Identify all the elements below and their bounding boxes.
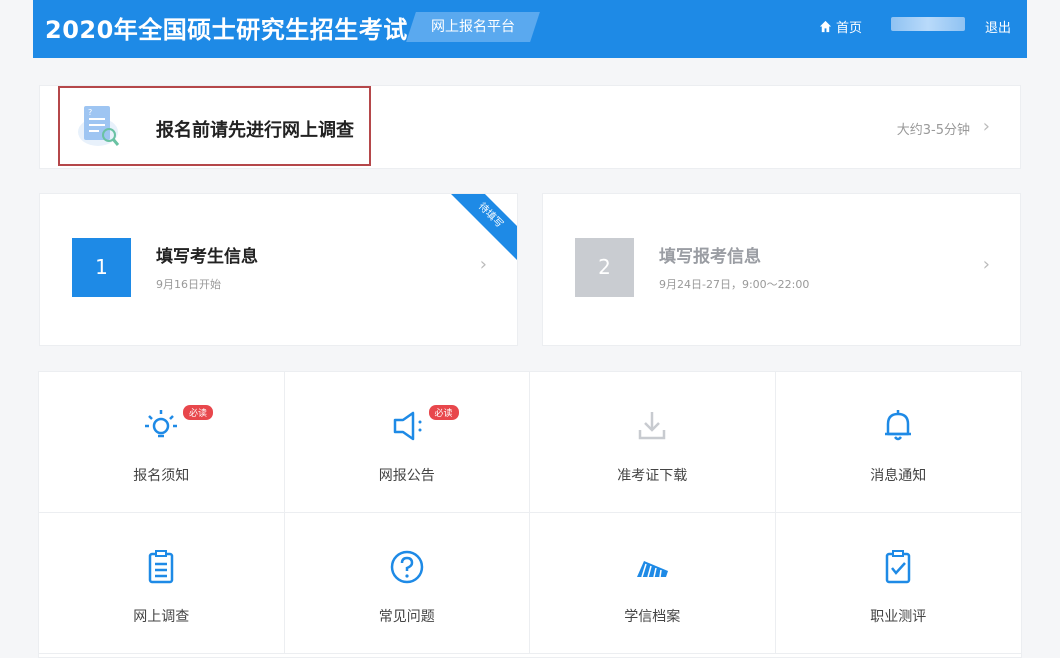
must-read-badge: 必读 (428, 405, 459, 420)
tile-label: 网上调查 (133, 609, 190, 625)
step-date: 9月24日-27日，9:00～22:00 (659, 278, 810, 291)
chevron-right-icon: › (479, 254, 487, 275)
tile-academic-archive[interactable]: 学信档案 (530, 513, 776, 654)
step-title: 填写报考信息 (659, 247, 761, 267)
tile-online-survey[interactable]: 网上调查 (39, 513, 285, 654)
tile-label: 消息通知 (870, 468, 927, 484)
tile-label: 报名须知 (133, 468, 190, 484)
step-number: 2 (575, 238, 634, 297)
archive-icon (637, 561, 669, 578)
platform-badge: 网上报名平台 (406, 12, 540, 42)
tile-career-assessment[interactable]: 职业测评 (775, 513, 1021, 654)
home-link-label: 首页 (836, 21, 863, 36)
tile-label: 网报公告 (378, 468, 435, 484)
page-title: 2020年全国硕士研究生招生考试 (45, 16, 408, 44)
tile-label: 常见问题 (378, 609, 435, 625)
logout-link[interactable]: 退出 (985, 17, 1011, 36)
tile-registration-notice[interactable]: 必读 报名须知 (39, 372, 285, 513)
tile-label: 职业测评 (870, 609, 927, 625)
home-link[interactable]: 首页 (819, 17, 862, 36)
document-search-icon: ? (78, 106, 120, 146)
survey-card[interactable]: ? 报名前请先进行网上调查 大约3-5分钟 › (39, 85, 1021, 169)
must-read-badge: 必读 (183, 405, 214, 420)
tile-label: 学信档案 (624, 609, 681, 625)
clipboard-list-icon (149, 550, 174, 584)
svg-text:?: ? (88, 108, 92, 117)
tile-label: 准考证下载 (617, 468, 688, 484)
step-date: 9月16日开始 (156, 278, 221, 291)
home-icon (819, 20, 832, 33)
download-icon (639, 412, 666, 440)
survey-time: 大约3-5分钟 (896, 123, 970, 138)
lightbulb-icon (145, 410, 178, 438)
step-card-1[interactable]: 1 填写考生信息 9月16日开始 › 待填写 (39, 193, 518, 346)
chevron-right-icon: › (982, 254, 990, 275)
megaphone-icon (393, 411, 422, 441)
survey-label: 报名前请先进行网上调查 (156, 120, 354, 141)
chevron-right-icon: › (982, 116, 990, 137)
question-icon (390, 550, 423, 584)
clipboard-check-icon (886, 550, 911, 584)
platform-badge-label: 网上报名平台 (431, 19, 515, 35)
user-name-redacted (891, 17, 965, 31)
status-ribbon: 待填写 (442, 194, 517, 264)
tile-messages[interactable]: 消息通知 (775, 372, 1021, 513)
step-number: 1 (72, 238, 131, 297)
feature-grid: 必读 报名须知 必读 网报公告 准考证下载 消息通知 网上调查 常见问题 学信档… (38, 371, 1022, 658)
tile-faq[interactable]: 常见问题 (284, 513, 530, 654)
step-title: 填写考生信息 (156, 247, 258, 267)
tile-announcements[interactable]: 必读 网报公告 (284, 372, 530, 513)
step-card-2[interactable]: 2 填写报考信息 9月24日-27日，9:00～22:00 › (542, 193, 1021, 346)
tile-admission-ticket[interactable]: 准考证下载 (530, 372, 776, 513)
top-header: 2020年全国硕士研究生招生考试 网上报名平台 首页 退出 (33, 0, 1027, 58)
bell-icon (885, 410, 912, 441)
